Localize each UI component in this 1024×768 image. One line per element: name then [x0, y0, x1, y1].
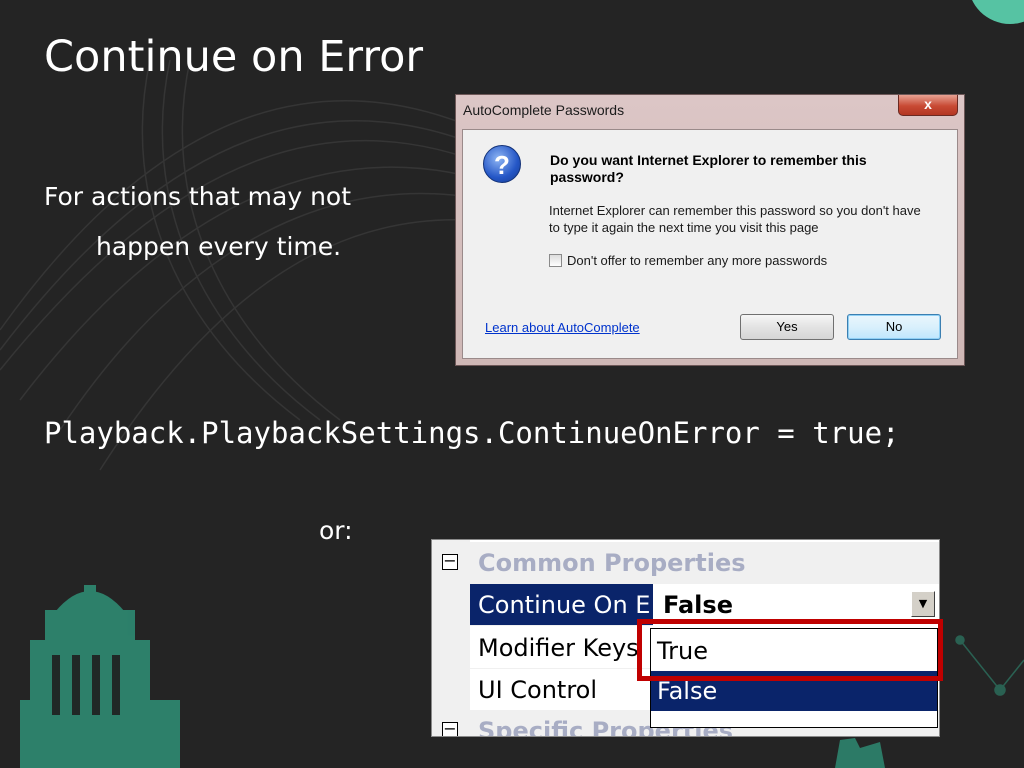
- dont-offer-checkbox[interactable]: Don't offer to remember any more passwor…: [549, 253, 827, 268]
- bullet-line-1: For actions that may not: [44, 182, 352, 211]
- code-snippet: Playback.PlaybackSettings.ContinueOnErro…: [44, 416, 900, 450]
- dropdown-arrow-icon[interactable]: ▼: [911, 591, 935, 617]
- collapse-icon[interactable]: −: [442, 553, 458, 570]
- learn-autocomplete-link[interactable]: Learn about AutoComplete: [485, 320, 640, 335]
- question-icon: ?: [483, 145, 521, 183]
- bullet-text: For actions that may not happen every ti…: [44, 172, 351, 272]
- yes-button[interactable]: Yes: [740, 314, 834, 340]
- dialog-question: Do you want Internet Explorer to remembe…: [550, 152, 867, 185]
- dialog-title: AutoComplete Passwords: [463, 102, 625, 118]
- autocomplete-dialog: AutoComplete Passwords x ? Do you want I…: [455, 94, 965, 366]
- bullet-line-2: happen every time.: [96, 232, 342, 261]
- no-button[interactable]: No: [847, 314, 941, 340]
- slide-title: Continue on Error: [44, 32, 424, 82]
- or-label: or:: [319, 516, 353, 545]
- prop-name[interactable]: Continue On E: [470, 584, 653, 626]
- checkbox-box[interactable]: [549, 254, 562, 267]
- close-icon[interactable]: x: [898, 95, 958, 116]
- dialog-body: ? Do you want Internet Explorer to remem…: [462, 129, 958, 359]
- checkbox-label: Don't offer to remember any more passwor…: [567, 253, 828, 268]
- red-highlight-box: [637, 619, 943, 681]
- category-common-properties: Common Properties: [470, 542, 939, 584]
- dialog-info: Internet Explorer can remember this pass…: [549, 203, 921, 235]
- collapse-icon[interactable]: −: [442, 721, 458, 736]
- prop-name[interactable]: Modifier Keys: [470, 627, 653, 669]
- prop-name[interactable]: UI Control: [470, 669, 653, 711]
